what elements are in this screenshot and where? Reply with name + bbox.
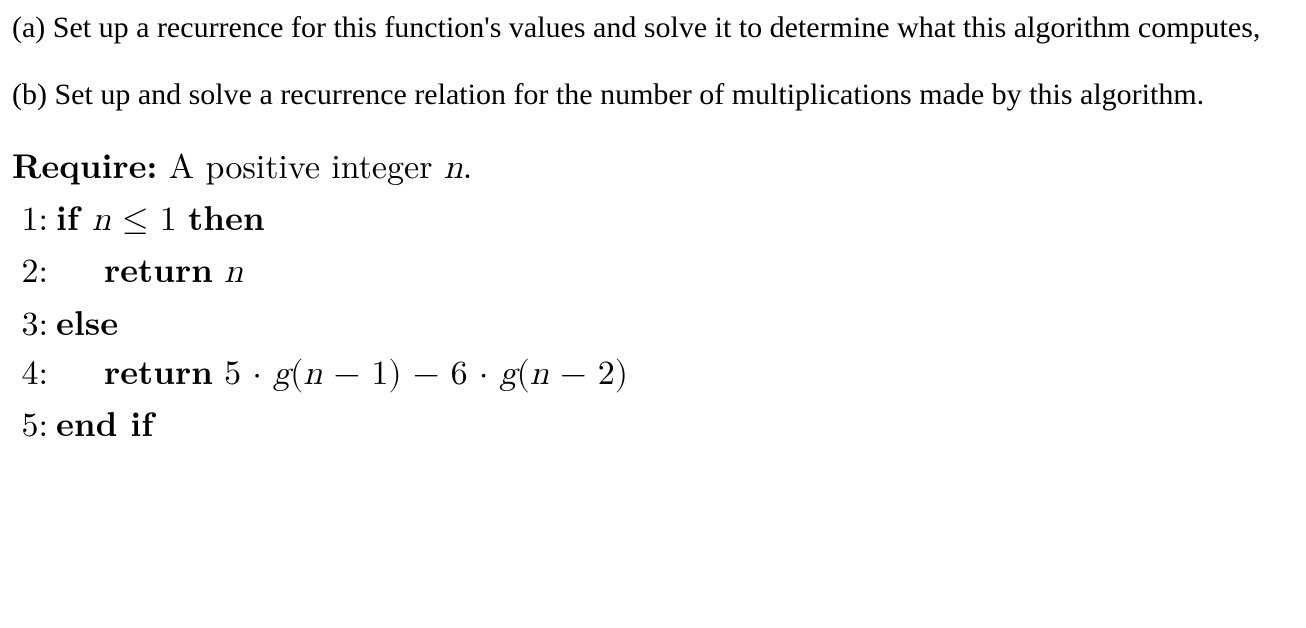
endif-keyword: end if (56, 398, 153, 447)
space-4 (213, 346, 224, 394)
line-num-2: 2: (12, 246, 48, 290)
algo-line-4: 4:return 5 · g(n − 1) − 6 · g(n − 2) (12, 348, 1294, 396)
question-a-text: (a) Set up a recurrence for this functio… (12, 11, 1260, 44)
return-keyword-2: return (104, 244, 213, 293)
then-keyword: then (188, 192, 265, 241)
require-text: A positive integer (157, 140, 443, 188)
expr-b: ( (290, 357, 303, 391)
expr-n2: n (530, 357, 549, 391)
line-num-5: 5: (12, 400, 48, 444)
algo-line-2: 2: return n (12, 246, 1294, 294)
if-keyword: if (56, 192, 92, 241)
question-b-text: (b) Set up and solve a recurrence relati… (12, 78, 1204, 111)
require-line: Require: A positive integer n. (12, 142, 1294, 190)
expr-a: 5 · (224, 357, 273, 391)
require-period: . (463, 140, 472, 188)
else-keyword: else (56, 297, 118, 346)
expr-n1: n (303, 357, 322, 391)
algo-line-3: 3:else (12, 299, 1294, 344)
require-var: n (444, 151, 463, 185)
expr-g1: g (273, 357, 290, 391)
line-num-3: 3: (12, 299, 48, 343)
question-b: (b) Set up and solve a recurrence relati… (12, 75, 1294, 114)
algo-line-5: 5:end if (12, 400, 1294, 445)
algo-line-1: 1:if n ≤ 1 then (12, 194, 1294, 242)
require-label: Require: (12, 140, 157, 189)
return-var-2: n (224, 255, 243, 289)
expr-g2: g (500, 357, 517, 391)
cond-var: n (92, 203, 111, 237)
question-a: (a) Set up a recurrence for this functio… (12, 8, 1294, 47)
algorithm-block: Require: A positive integer n. 1:if n ≤ … (12, 142, 1294, 445)
expr-e: − 2) (549, 357, 628, 391)
line-num-1: 1: (12, 194, 48, 238)
expr-d: ( (517, 357, 530, 391)
line-num-4: 4: (12, 348, 48, 392)
return-keyword-4: return (104, 346, 213, 395)
space-2 (213, 244, 224, 292)
cond-rest: ≤ 1 (111, 203, 188, 237)
expr-c: − 1) − 6 · (322, 357, 499, 391)
